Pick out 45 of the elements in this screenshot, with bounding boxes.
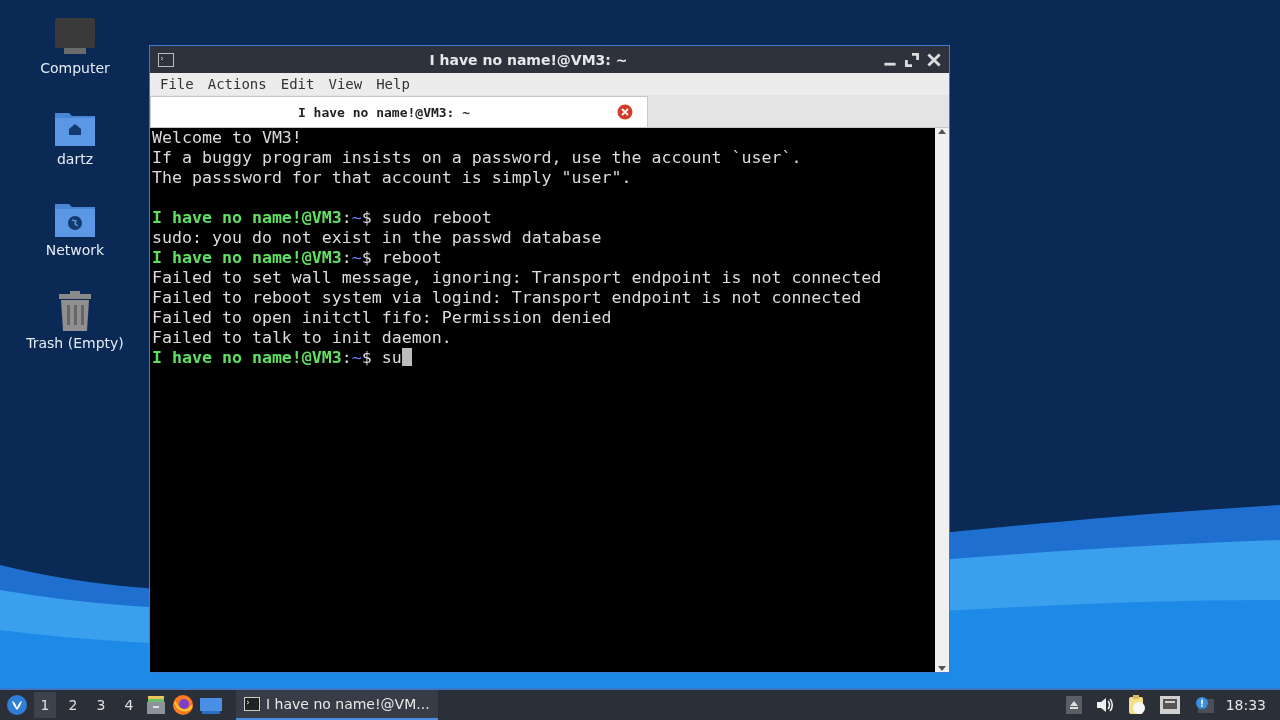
menu-item[interactable]: Edit <box>280 76 315 92</box>
clock: 18:33 <box>1225 697 1266 713</box>
workspace-button[interactable]: 1 <box>34 692 56 718</box>
terminal-icon <box>158 52 174 67</box>
terminal-output-line: If a buggy program insists on a password, use the account `user`. <box>152 148 803 168</box>
desktop-icon-label[interactable]: dartz <box>56 151 94 167</box>
volume-icon[interactable] <box>1095 697 1114 713</box>
maximize-button[interactable] <box>905 52 919 67</box>
terminal-output-line: Failed to reboot system via logind: Transport endpoint is not connected <box>152 288 863 308</box>
terminal-output-line: sudo: you do not exist in the passwd database <box>152 228 603 248</box>
terminal-icon <box>244 697 260 711</box>
scroll-down-icon[interactable] <box>938 666 946 672</box>
start-menu-icon[interactable] <box>6 694 28 716</box>
menu-item[interactable]: Help <box>376 76 410 92</box>
terminal-output-line: The passsword for that account is simply "user". <box>152 168 633 188</box>
monitor-icon <box>54 18 96 56</box>
file-cabinet-icon[interactable] <box>146 695 166 715</box>
terminal-output-line: Failed to open initctl fifo: Permission denied <box>152 308 613 328</box>
desktop-icon-label[interactable]: Trash (Empty) <box>26 335 124 351</box>
terminal-output-line: Failed to talk to init daemon. <box>152 328 453 348</box>
menu-item[interactable]: Actions <box>207 76 267 92</box>
terminal-output-line: Failed to set wall message, ignoring: Transport endpoint is not connected <box>152 268 883 288</box>
desktop-icon-label[interactable]: Computer <box>40 60 110 76</box>
trash-icon <box>56 291 94 331</box>
workspace-button[interactable]: 2 <box>62 692 84 718</box>
menu-item[interactable]: View <box>328 76 363 92</box>
terminal-output-line: Welcome to VM3! <box>152 128 303 148</box>
clipboard-icon[interactable] <box>1127 695 1146 715</box>
prompt-line: I have no name!@VM3:~$ reboot <box>152 248 442 268</box>
tab-close-icon[interactable] <box>617 104 633 120</box>
close-button[interactable] <box>927 52 941 67</box>
network-port-icon[interactable] <box>1159 696 1180 714</box>
show-desktop-icon[interactable] <box>200 696 222 714</box>
terminal-tab[interactable]: I have no name!@VM3: ~ <box>150 96 648 127</box>
window-title: I have no name!@VM3: ~ <box>428 51 629 68</box>
taskbar-window-button[interactable]: I have no name!@VM... <box>236 690 438 720</box>
menu-item[interactable]: File <box>160 76 194 92</box>
prompt-line: I have no name!@VM3:~$ su <box>152 348 402 368</box>
browser-icon[interactable] <box>172 694 194 716</box>
eject-icon[interactable] <box>1065 696 1082 714</box>
desktop-icon-label[interactable]: Network <box>45 242 105 258</box>
workspace-button[interactable]: 3 <box>90 692 112 718</box>
notification-icon[interactable] <box>1193 696 1214 714</box>
prompt-line: I have no name!@VM3:~$ sudo reboot <box>152 208 492 228</box>
workspace-button[interactable]: 4 <box>118 692 140 718</box>
